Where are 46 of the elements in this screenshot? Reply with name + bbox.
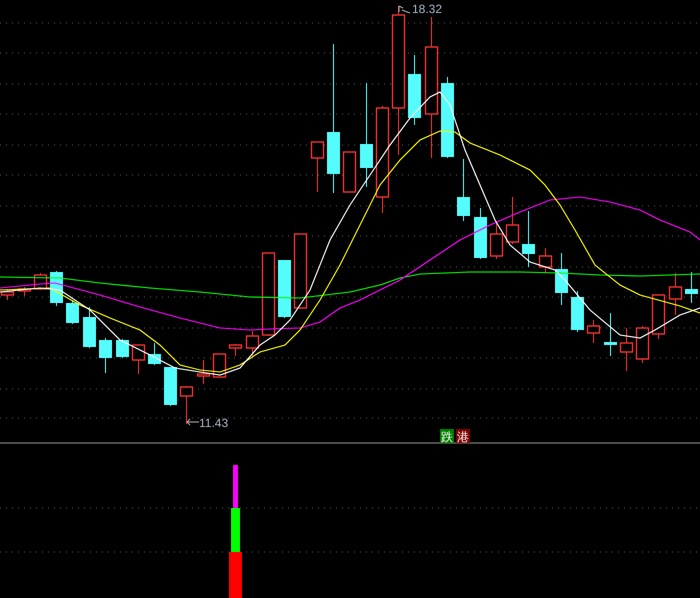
candlestick-icon [180, 386, 194, 424]
candlestick-icon [538, 248, 552, 274]
candlestick-icon [457, 158, 470, 222]
low-price-label: 11.43 [199, 416, 228, 430]
candlestick-icon [310, 141, 324, 192]
arrow-icon [398, 6, 410, 14]
candlestick-icon [132, 344, 146, 374]
candlestick-icon [522, 210, 535, 268]
candlestick-icon [262, 252, 276, 336]
candlestick-icon [620, 328, 634, 372]
candlestick-icon [212, 353, 226, 378]
candlestick-icon [474, 208, 487, 260]
high-price-label: 18.32 [412, 2, 442, 16]
candlestick-icon [360, 82, 373, 188]
candlestick-icon [83, 306, 96, 348]
candlestick-icon [604, 312, 617, 356]
candlestick-icon [490, 222, 504, 260]
candlestick-icon [116, 338, 129, 358]
candlestick-icon [99, 338, 112, 374]
candlestick-icon [342, 151, 356, 193]
signal-marker: 港 [456, 429, 470, 444]
candlestick-icon [441, 76, 454, 158]
signal-marker: 跌 [440, 429, 454, 444]
candlestick-icon [668, 272, 682, 316]
candlestick-icon [228, 344, 242, 356]
candlestick-icon [327, 44, 340, 194]
candlestick-icon [555, 252, 568, 306]
candlestick-icon [586, 320, 600, 344]
candlestick-icon [636, 326, 650, 364]
candlestick-icon [685, 272, 698, 304]
candlestick-icon [376, 106, 390, 214]
candlestick-icon [246, 330, 260, 356]
candlestick-icon [18, 286, 32, 296]
candlestick-icon [571, 290, 584, 332]
candlestick-icon [424, 16, 438, 158]
arrow-icon [186, 418, 200, 426]
candlestick-icon [278, 260, 291, 318]
candlestick-icon [196, 360, 210, 384]
candlestick-icon [506, 196, 520, 244]
candlestick-icon [164, 366, 177, 406]
candlestick-icon [148, 342, 161, 366]
candlestick-icon [294, 233, 308, 310]
candlestick-icon [408, 54, 421, 126]
candlestick-icon [392, 6, 406, 156]
candlestick-icon [66, 300, 79, 324]
candlestick-icon [652, 294, 666, 340]
